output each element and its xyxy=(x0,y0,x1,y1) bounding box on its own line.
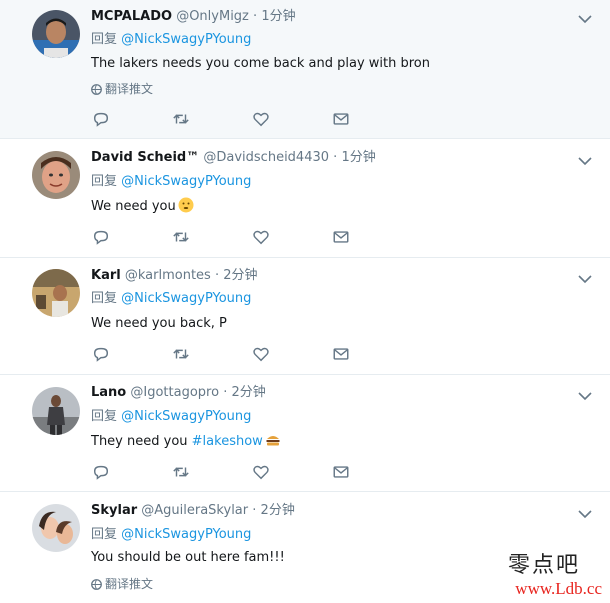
heart-icon[interactable] xyxy=(252,345,272,365)
reply-prefix: 回复 xyxy=(91,174,118,189)
globe-icon xyxy=(91,579,102,590)
chevron-down-icon[interactable] xyxy=(578,271,592,285)
tweet-text: They need you #lakeshow xyxy=(91,432,281,451)
reply-prefix: 回复 xyxy=(91,527,118,542)
user-handle[interactable]: @Igottagopro xyxy=(130,385,219,400)
tweet-text-content: The lakers needs you come back and play … xyxy=(91,56,430,71)
display-name[interactable]: Lano xyxy=(91,385,126,400)
reply-prefix: 回复 xyxy=(91,409,118,424)
reply-context: 回复 @NickSwagyPYoung xyxy=(91,173,251,191)
display-name[interactable]: David Scheid™ xyxy=(91,150,199,165)
chevron-down-icon[interactable] xyxy=(578,388,592,402)
envelope-icon[interactable] xyxy=(332,228,352,248)
tweet-text-content: You should be out here fam!!! xyxy=(91,550,285,565)
user-handle[interactable]: @AguileraSkylar xyxy=(141,503,248,518)
hashtag-link[interactable]: #lakeshow xyxy=(192,434,263,449)
avatar[interactable] xyxy=(32,269,80,317)
tweet-actions xyxy=(91,228,361,248)
avatar[interactable] xyxy=(32,10,80,58)
retweet-icon[interactable] xyxy=(172,463,192,483)
mention-link[interactable]: @NickSwagyPYoung xyxy=(121,409,251,424)
user-handle[interactable]: @karlmontes xyxy=(125,268,211,283)
tweet-header: Lano @Igottagopro · 2分钟 xyxy=(91,384,266,402)
reply-context: 回复 @NickSwagyPYoung xyxy=(91,526,251,544)
reply-prefix: 回复 xyxy=(91,291,118,306)
timestamp[interactable]: 2分钟 xyxy=(223,268,257,283)
tweet[interactable]: Lano @Igottagopro · 2分钟 回复 @NickSwagyPYo… xyxy=(0,375,610,492)
timestamp[interactable]: 1分钟 xyxy=(261,9,295,24)
tweet-header: MCPALADO @OnlyMigz · 1分钟 xyxy=(91,8,296,26)
reply-icon[interactable] xyxy=(92,345,112,365)
chevron-down-icon[interactable] xyxy=(578,11,592,25)
watermark: 零点吧 www.Ldb.cc xyxy=(474,553,602,603)
reply-context: 回复 @NickSwagyPYoung xyxy=(91,31,251,49)
tweet-text-content: We need you back, P xyxy=(91,316,227,331)
tweet-text: We need you xyxy=(91,197,194,216)
retweet-icon[interactable] xyxy=(172,345,192,365)
heart-icon[interactable] xyxy=(252,228,272,248)
translate-tweet-link[interactable]: 翻译推文 xyxy=(91,576,153,592)
retweet-icon[interactable] xyxy=(172,110,192,130)
user-handle[interactable]: @OnlyMigz xyxy=(176,9,249,24)
chevron-down-icon[interactable] xyxy=(578,153,592,167)
tweet-header: Skylar @AguileraSkylar · 2分钟 xyxy=(91,502,295,520)
separator: · xyxy=(214,268,220,283)
tweet-header: David Scheid™ @Davidscheid4430 · 1分钟 xyxy=(91,149,376,167)
user-handle[interactable]: @Davidscheid4430 xyxy=(203,150,329,165)
display-name[interactable]: Karl xyxy=(91,268,121,283)
tweet-header: Karl @karlmontes · 2分钟 xyxy=(91,267,258,285)
tweet[interactable]: David Scheid™ @Davidscheid4430 · 1分钟 回复 … xyxy=(0,139,610,258)
reply-icon[interactable] xyxy=(92,463,112,483)
display-name[interactable]: Skylar xyxy=(91,503,137,518)
mention-link[interactable]: @NickSwagyPYoung xyxy=(121,174,251,189)
timestamp[interactable]: 2分钟 xyxy=(231,385,265,400)
envelope-icon[interactable] xyxy=(332,110,352,130)
timestamp[interactable]: 1分钟 xyxy=(341,150,375,165)
retweet-icon[interactable] xyxy=(172,228,192,248)
tweet-text: The lakers needs you come back and play … xyxy=(91,55,430,73)
separator: · xyxy=(333,150,338,165)
heart-icon[interactable] xyxy=(252,463,272,483)
tweet-actions xyxy=(91,110,361,130)
reply-context: 回复 @NickSwagyPYoung xyxy=(91,408,251,426)
watermark-chinese: 零点吧 xyxy=(507,553,580,578)
smiling-face-icon xyxy=(178,197,194,213)
tweet-actions xyxy=(91,463,361,483)
watermark-url: www.Ldb.cc xyxy=(515,579,602,598)
reply-icon[interactable] xyxy=(92,110,112,130)
avatar[interactable] xyxy=(32,387,80,435)
translate-label: 翻译推文 xyxy=(105,82,154,96)
mention-link[interactable]: @NickSwagyPYoung xyxy=(121,32,251,47)
tweet-text-content: They need you xyxy=(91,434,188,449)
separator: · xyxy=(253,9,258,24)
tweet-text: We need you back, P xyxy=(91,315,227,333)
envelope-icon[interactable] xyxy=(332,345,352,365)
translate-tweet-link[interactable]: 翻译推文 xyxy=(91,81,153,97)
tweet[interactable]: Karl @karlmontes · 2分钟 回复 @NickSwagyPYou… xyxy=(0,258,610,375)
display-name[interactable]: MCPALADO xyxy=(91,9,172,24)
timestamp[interactable]: 2分钟 xyxy=(261,503,295,518)
avatar[interactable] xyxy=(32,151,80,199)
separator: · xyxy=(223,385,228,400)
tweet-actions xyxy=(91,345,361,365)
heart-icon[interactable] xyxy=(252,110,272,130)
translate-label: 翻译推文 xyxy=(105,577,154,591)
tweet[interactable]: MCPALADO @OnlyMigz · 1分钟 回复 @NickSwagyPY… xyxy=(0,0,610,139)
envelope-icon[interactable] xyxy=(332,463,352,483)
burger-icon xyxy=(266,436,280,446)
tweet-text-content: We need you xyxy=(91,199,176,214)
tweet-text: You should be out here fam!!! xyxy=(91,549,285,567)
reply-context: 回复 @NickSwagyPYoung xyxy=(91,290,251,308)
reply-prefix: 回复 xyxy=(91,32,118,47)
globe-icon xyxy=(91,84,102,95)
mention-link[interactable]: @NickSwagyPYoung xyxy=(121,527,251,542)
mention-link[interactable]: @NickSwagyPYoung xyxy=(121,291,251,306)
chevron-down-icon[interactable] xyxy=(578,506,592,520)
reply-icon[interactable] xyxy=(92,228,112,248)
avatar[interactable] xyxy=(32,504,80,552)
separator: · xyxy=(252,503,257,518)
